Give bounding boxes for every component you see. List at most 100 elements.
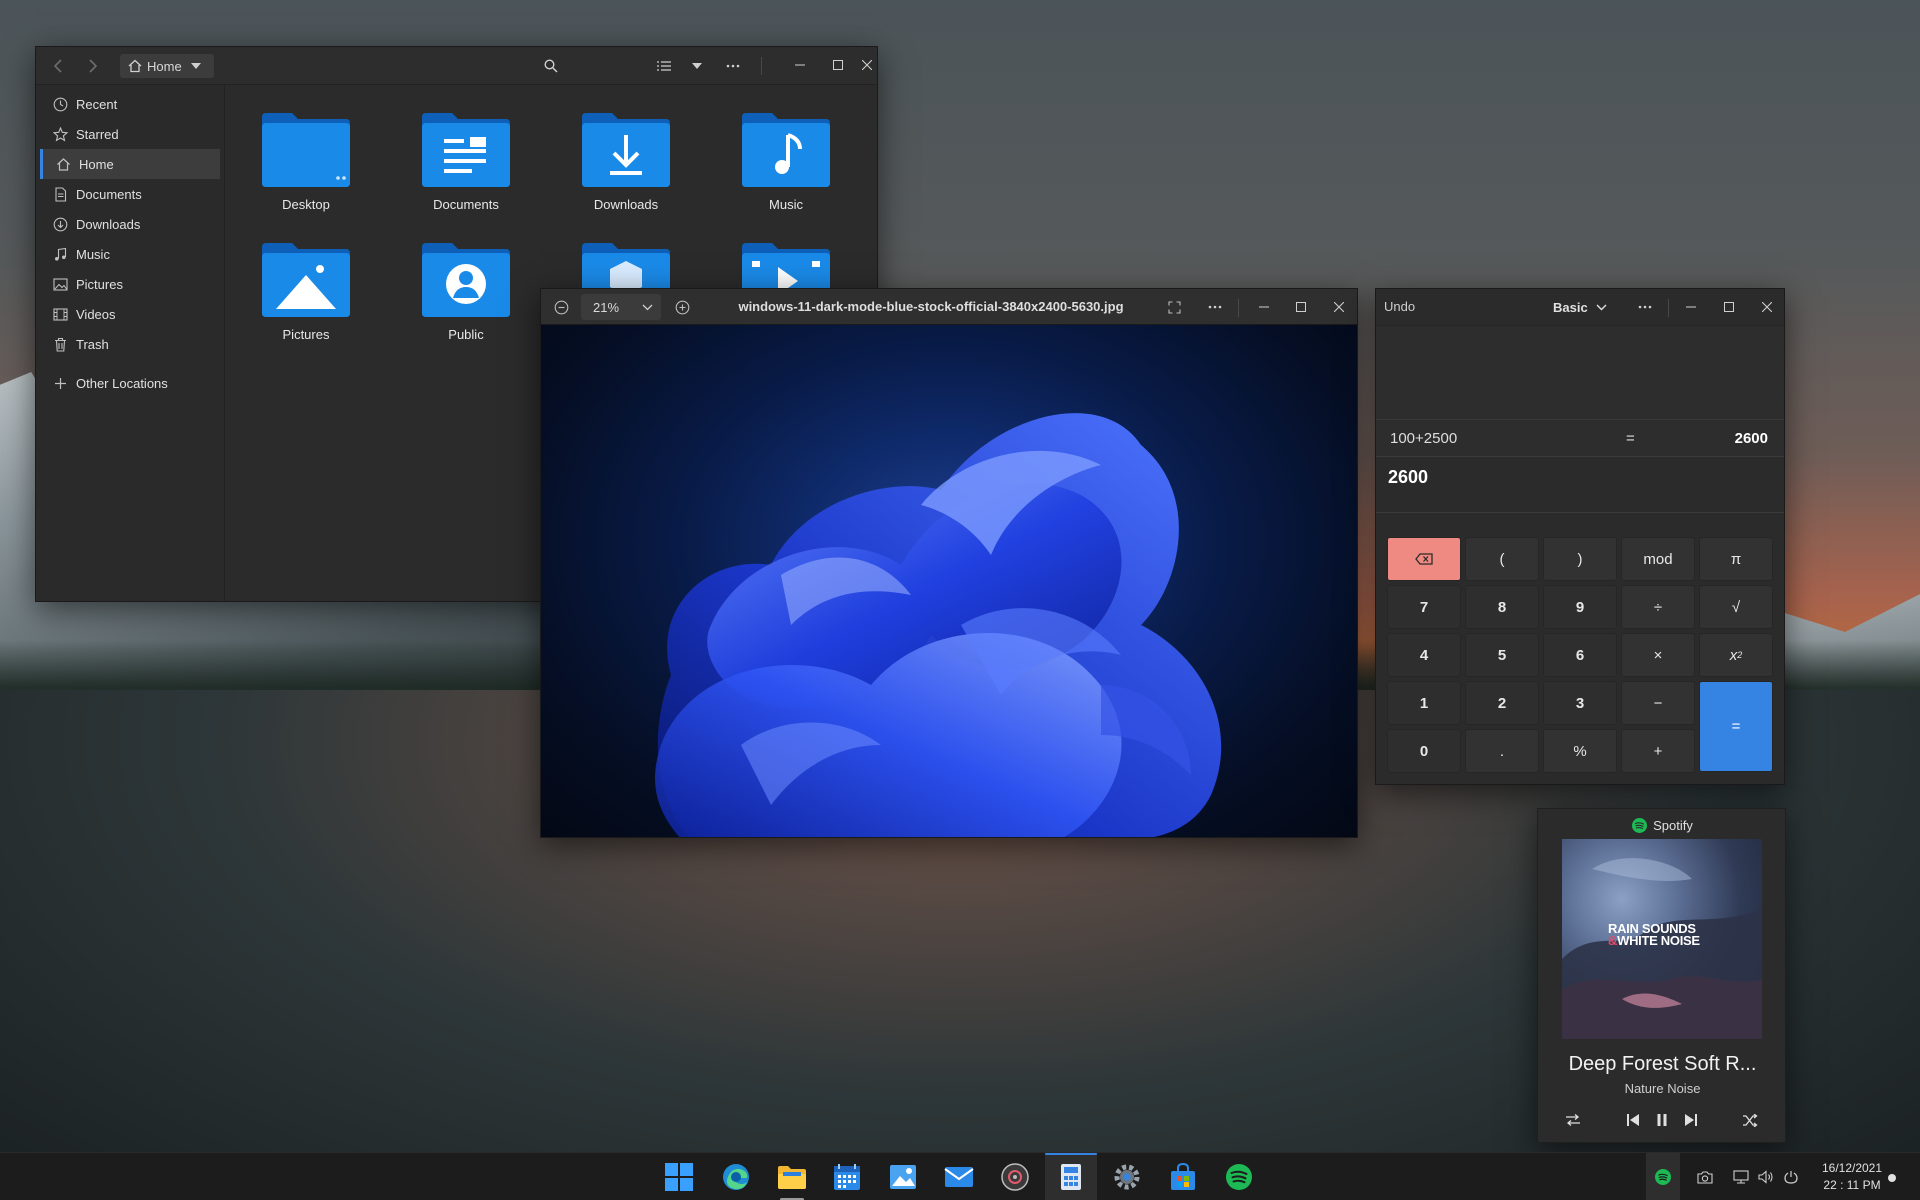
back-button[interactable] <box>48 57 68 75</box>
menu-button[interactable] <box>1205 297 1225 317</box>
zoom-out-button[interactable] <box>551 297 571 317</box>
repeat-button[interactable] <box>1564 1111 1582 1129</box>
maximize-button[interactable] <box>1710 289 1748 325</box>
folder-public[interactable]: Public <box>406 237 526 357</box>
add-button[interactable]: + <box>1621 729 1695 773</box>
divide-button[interactable]: ÷ <box>1621 585 1695 629</box>
image-icon <box>52 276 68 292</box>
sidebar-item-music[interactable]: Music <box>36 239 224 269</box>
tray-spotify-indicator[interactable] <box>1646 1153 1680 1200</box>
maximize-button[interactable] <box>1282 289 1320 325</box>
tray-power-button[interactable] <box>1782 1168 1800 1186</box>
file-manager-titlebar: Home <box>36 47 877 85</box>
folder-public-icon <box>422 243 510 317</box>
previous-track-button[interactable] <box>1624 1111 1642 1129</box>
decimal-button[interactable]: . <box>1465 729 1539 773</box>
more-horizontal-icon <box>1638 305 1652 309</box>
pause-button[interactable] <box>1653 1111 1671 1129</box>
digit-4-button[interactable]: 4 <box>1387 633 1461 677</box>
folder-pictures[interactable]: Pictures <box>246 237 366 357</box>
digit-3-button[interactable]: 3 <box>1543 681 1617 725</box>
location-breadcrumb[interactable]: Home <box>120 54 214 78</box>
album-art[interactable]: RAIN SOUNDS &WHITE NOISE <box>1562 839 1762 1039</box>
tray-network-button[interactable] <box>1732 1168 1750 1186</box>
video-icon <box>52 306 68 322</box>
view-list-button[interactable] <box>654 56 674 76</box>
folder-documents[interactable]: Documents <box>406 107 526 227</box>
shuffle-button[interactable] <box>1741 1111 1759 1129</box>
taskbar-edge-browser[interactable] <box>710 1153 762 1200</box>
next-track-button[interactable] <box>1682 1111 1700 1129</box>
taskbar-music-player[interactable] <box>989 1153 1041 1200</box>
digit-1-button[interactable]: 1 <box>1387 681 1461 725</box>
subtract-button[interactable]: − <box>1621 681 1695 725</box>
calc-last-calculation[interactable]: 100+2500 = 2600 <box>1376 419 1784 457</box>
sidebar-item-home[interactable]: Home <box>40 149 220 179</box>
close-icon <box>1762 302 1772 312</box>
taskbar-spotify[interactable] <box>1213 1153 1265 1200</box>
menu-button[interactable] <box>723 56 743 76</box>
taskbar-mail[interactable] <box>933 1153 985 1200</box>
menu-button[interactable] <box>1635 297 1655 317</box>
sidebar-item-trash[interactable]: Trash <box>36 329 224 359</box>
sidebar-item-documents[interactable]: Documents <box>36 179 224 209</box>
digit-5-button[interactable]: 5 <box>1465 633 1539 677</box>
taskbar-clock[interactable]: 16/12/2021 22 : 11 PM <box>1812 1160 1892 1196</box>
digit-7-button[interactable]: 7 <box>1387 585 1461 629</box>
percent-button[interactable]: % <box>1543 729 1617 773</box>
fullscreen-button[interactable] <box>1164 297 1184 317</box>
titlebar-divider <box>1238 299 1239 317</box>
pi-button[interactable]: π <box>1699 537 1773 581</box>
zoom-in-button[interactable] <box>672 297 692 317</box>
calc-entry[interactable]: 2600 <box>1376 457 1784 513</box>
digit-2-button[interactable]: 2 <box>1465 681 1539 725</box>
mod-button[interactable]: mod <box>1621 537 1695 581</box>
backspace-button[interactable] <box>1387 537 1461 581</box>
tray-screenshot-button[interactable] <box>1696 1168 1714 1186</box>
close-paren-button[interactable]: ) <box>1543 537 1617 581</box>
sort-dropdown-button[interactable] <box>687 56 707 76</box>
digit-6-button[interactable]: 6 <box>1543 633 1617 677</box>
multiply-button[interactable]: × <box>1621 633 1695 677</box>
zoom-level-dropdown[interactable]: 21% <box>581 294 661 320</box>
notification-dot[interactable] <box>1888 1174 1896 1182</box>
taskbar-file-manager[interactable] <box>766 1153 818 1200</box>
folder-downloads[interactable]: Downloads <box>566 107 686 227</box>
maximize-button[interactable] <box>819 47 857 83</box>
minimize-button[interactable] <box>1245 289 1283 325</box>
square-button[interactable]: x2 <box>1699 633 1773 677</box>
undo-button[interactable]: Undo <box>1384 289 1415 325</box>
folder-desktop[interactable]: Desktop <box>246 107 366 227</box>
sidebar-item-recent[interactable]: Recent <box>36 89 224 119</box>
sidebar-item-pictures[interactable]: Pictures <box>36 269 224 299</box>
close-button[interactable] <box>1748 289 1784 325</box>
equals-button[interactable]: = <box>1699 681 1773 772</box>
sidebar-item-downloads[interactable]: Downloads <box>36 209 224 239</box>
sidebar-item-starred[interactable]: Starred <box>36 119 224 149</box>
sqrt-button[interactable]: √ <box>1699 585 1773 629</box>
minimize-button[interactable] <box>1672 289 1710 325</box>
close-button[interactable] <box>1320 289 1357 325</box>
sidebar-item-other-locations[interactable]: Other Locations <box>36 368 224 398</box>
close-button[interactable] <box>855 47 877 83</box>
taskbar-start-button[interactable] <box>653 1153 705 1200</box>
tray-volume-button[interactable] <box>1757 1168 1775 1186</box>
digit-0-button[interactable]: 0 <box>1387 729 1461 773</box>
mode-dropdown[interactable]: Basic <box>1553 289 1607 325</box>
taskbar-calculator[interactable] <box>1045 1153 1097 1200</box>
folder-music[interactable]: Music <box>726 107 846 227</box>
folder-documents-icon <box>422 113 510 187</box>
taskbar-calendar[interactable] <box>821 1153 873 1200</box>
taskbar-photos[interactable] <box>877 1153 929 1200</box>
taskbar-settings[interactable] <box>1101 1153 1153 1200</box>
search-button[interactable] <box>541 56 561 76</box>
digit-9-button[interactable]: 9 <box>1543 585 1617 629</box>
open-paren-button[interactable]: ( <box>1465 537 1539 581</box>
forward-button[interactable] <box>83 57 103 75</box>
clock-time: 22 : 11 PM <box>1823 1178 1881 1192</box>
minimize-button[interactable] <box>781 47 819 83</box>
taskbar-software-store[interactable] <box>1157 1153 1209 1200</box>
sidebar-item-videos[interactable]: Videos <box>36 299 224 329</box>
digit-8-button[interactable]: 8 <box>1465 585 1539 629</box>
